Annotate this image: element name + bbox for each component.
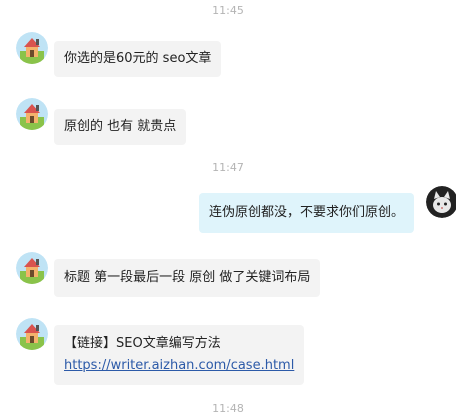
cat-avatar-icon[interactable] bbox=[426, 186, 456, 218]
message-bubble[interactable]: 原创的 也有 就贵点 bbox=[54, 109, 187, 145]
timestamp: 11:47 bbox=[212, 161, 244, 174]
timestamp: 11:45 bbox=[212, 4, 244, 17]
link-message-bubble: 【链接】SEO文章编写方法 https://writer.aizhan.com/… bbox=[54, 325, 305, 385]
message-bubble[interactable]: 标题 第一段最后一段 原创 做了关键词布局 bbox=[54, 259, 321, 297]
chat-window: 11:45 你选的是60元的 seo文章 原创的 也有 就贵点 11:47 连伪… bbox=[0, 0, 456, 416]
cartoon-house-avatar-icon[interactable] bbox=[16, 98, 48, 130]
message-bubble[interactable]: 连伪原创都没，不要求你们原创。 bbox=[198, 193, 414, 233]
cartoon-house-avatar-icon[interactable] bbox=[16, 252, 48, 284]
link-title: 【链接】SEO文章编写方法 bbox=[64, 336, 221, 351]
message-bubble[interactable]: 你选的是60元的 seo文章 bbox=[54, 41, 222, 77]
cartoon-house-avatar-icon[interactable] bbox=[16, 32, 48, 64]
timestamp: 11:48 bbox=[212, 402, 244, 415]
cartoon-house-avatar-icon[interactable] bbox=[16, 318, 48, 350]
article-link[interactable]: https://writer.aizhan.com/case.html bbox=[64, 355, 294, 377]
